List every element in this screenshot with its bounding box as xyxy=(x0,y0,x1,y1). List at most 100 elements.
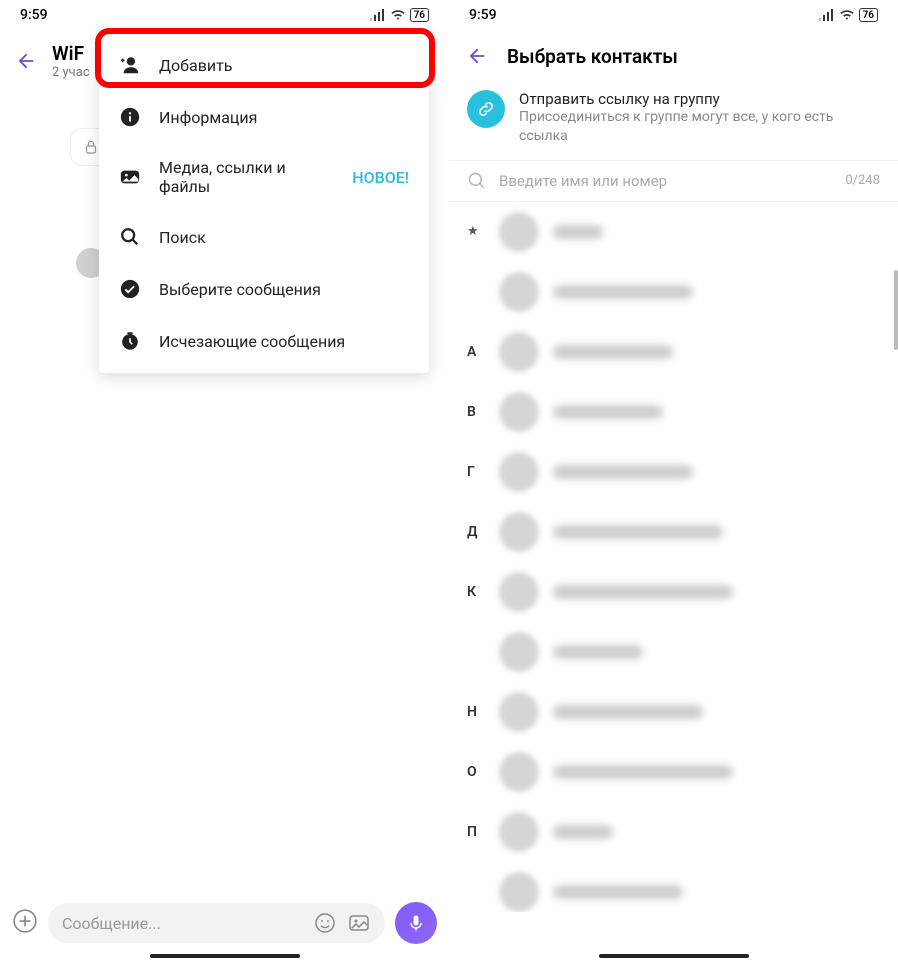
contact-row[interactable]: Г xyxy=(449,442,898,502)
emoji-icon[interactable] xyxy=(313,911,337,935)
screen-chat-menu: 9:59 76 WiF 2 учас С ДобавитьИнформацияМ… xyxy=(0,0,449,960)
screen-select-contacts: 9:59 76 Выбрать контакты Отправить ссылк… xyxy=(449,0,898,960)
back-button[interactable] xyxy=(14,49,38,73)
section-letter: В xyxy=(467,404,485,420)
menu-item-label: Поиск xyxy=(159,228,206,247)
contact-row[interactable] xyxy=(449,262,898,322)
contact-search[interactable]: Введите имя или номер 0/248 xyxy=(449,160,898,202)
media-icon xyxy=(119,166,141,188)
contacts-title: Выбрать контакты xyxy=(507,45,678,68)
battery-icon: 76 xyxy=(410,8,429,22)
share-link-row[interactable]: Отправить ссылку на группу Присоединитьс… xyxy=(449,82,898,160)
attach-button[interactable] xyxy=(12,908,38,938)
contact-name-blurred xyxy=(553,285,693,299)
contact-avatar xyxy=(499,272,539,312)
menu-item-check[interactable]: Выберите сообщения xyxy=(99,263,429,315)
chat-title-block[interactable]: WiF 2 учас xyxy=(52,42,90,80)
section-letter: О xyxy=(467,764,485,780)
message-placeholder: Сообщение... xyxy=(62,914,303,933)
selection-counter: 0/248 xyxy=(845,173,880,188)
contact-name-blurred xyxy=(553,825,613,839)
share-link-subtitle: Присоединиться к группе могут все, у ког… xyxy=(519,108,880,146)
contact-name-blurred xyxy=(553,705,703,719)
back-button[interactable] xyxy=(465,44,489,68)
menu-item-timer[interactable]: Исчезающие сообщения xyxy=(99,315,429,367)
contact-name-blurred xyxy=(553,645,643,659)
contact-row[interactable]: А xyxy=(449,322,898,382)
new-badge: НОВОЕ! xyxy=(352,168,409,187)
status-time: 9:59 xyxy=(469,7,497,23)
contact-row[interactable]: В xyxy=(449,382,898,442)
wifi-icon xyxy=(390,9,406,21)
link-icon xyxy=(467,90,505,128)
info-icon xyxy=(119,106,141,128)
add-person-icon xyxy=(119,54,141,76)
contact-row[interactable]: О xyxy=(449,742,898,802)
share-link-text: Отправить ссылку на группу Присоединитьс… xyxy=(519,90,880,146)
status-indicators: 76 xyxy=(370,8,429,22)
lock-icon xyxy=(85,140,97,154)
contact-row[interactable]: П xyxy=(449,802,898,862)
contact-row[interactable]: Н xyxy=(449,682,898,742)
contact-row[interactable] xyxy=(449,862,898,912)
share-link-title: Отправить ссылку на группу xyxy=(519,90,880,108)
contact-avatar xyxy=(499,392,539,432)
section-letter: П xyxy=(467,824,485,840)
contact-name-blurred xyxy=(553,225,603,239)
menu-item-info[interactable]: Информация xyxy=(99,91,429,143)
scrollbar[interactable] xyxy=(894,270,898,350)
contact-avatar xyxy=(499,572,539,612)
menu-item-label: Информация xyxy=(159,108,257,127)
contact-avatar xyxy=(499,752,539,792)
contact-row[interactable]: Д xyxy=(449,502,898,562)
menu-item-label: Добавить xyxy=(159,56,232,75)
contact-avatar xyxy=(499,452,539,492)
gallery-icon[interactable] xyxy=(347,911,371,935)
status-indicators: 76 xyxy=(819,8,878,22)
contact-avatar xyxy=(499,872,539,912)
menu-item-media[interactable]: Медиа, ссылки и файлы НОВОЕ! xyxy=(99,143,429,211)
contact-row[interactable] xyxy=(449,622,898,682)
search-icon xyxy=(467,171,487,191)
contact-name-blurred xyxy=(553,885,683,899)
search-icon xyxy=(119,226,141,248)
menu-item-label: Выберите сообщения xyxy=(159,280,321,299)
section-letter: Г xyxy=(467,464,485,480)
mic-button[interactable] xyxy=(395,902,437,944)
menu-item-label: Исчезающие сообщения xyxy=(159,332,345,351)
contacts-list[interactable]: ★ А В Г Д К Н О П xyxy=(449,202,898,912)
search-placeholder: Введите имя или номер xyxy=(499,172,833,190)
contact-avatar xyxy=(499,212,539,252)
section-letter: А xyxy=(467,344,485,360)
contact-avatar xyxy=(499,812,539,852)
menu-item-add-person[interactable]: Добавить xyxy=(99,39,429,91)
signal-icon xyxy=(819,9,835,21)
contact-name-blurred xyxy=(553,525,723,539)
star-icon: ★ xyxy=(467,224,485,239)
status-bar: 9:59 76 xyxy=(449,0,898,30)
message-composer: Сообщение... xyxy=(0,898,449,948)
check-icon xyxy=(119,278,141,300)
chat-subtitle: 2 учас xyxy=(52,65,90,80)
home-indicator[interactable] xyxy=(599,954,749,958)
contact-row[interactable]: ★ xyxy=(449,202,898,262)
menu-item-search[interactable]: Поиск xyxy=(99,211,429,263)
message-input[interactable]: Сообщение... xyxy=(48,903,385,943)
contact-avatar xyxy=(499,512,539,552)
home-indicator[interactable] xyxy=(150,954,300,958)
status-time: 9:59 xyxy=(20,7,48,23)
contact-name-blurred xyxy=(553,465,693,479)
contact-name-blurred xyxy=(553,345,673,359)
chat-title: WiF xyxy=(52,42,90,65)
signal-icon xyxy=(370,9,386,21)
contact-avatar xyxy=(499,632,539,672)
contact-avatar xyxy=(499,692,539,732)
status-bar: 9:59 76 xyxy=(0,0,449,30)
battery-icon: 76 xyxy=(859,8,878,22)
menu-item-label: Медиа, ссылки и файлы xyxy=(159,158,330,196)
section-letter: К xyxy=(467,584,485,600)
contact-row[interactable]: К xyxy=(449,562,898,622)
contact-name-blurred xyxy=(553,405,663,419)
contacts-header: Выбрать контакты xyxy=(449,30,898,82)
chat-dropdown-menu: Добавить Информация Медиа, ссылки и файлы Н… xyxy=(99,33,429,373)
